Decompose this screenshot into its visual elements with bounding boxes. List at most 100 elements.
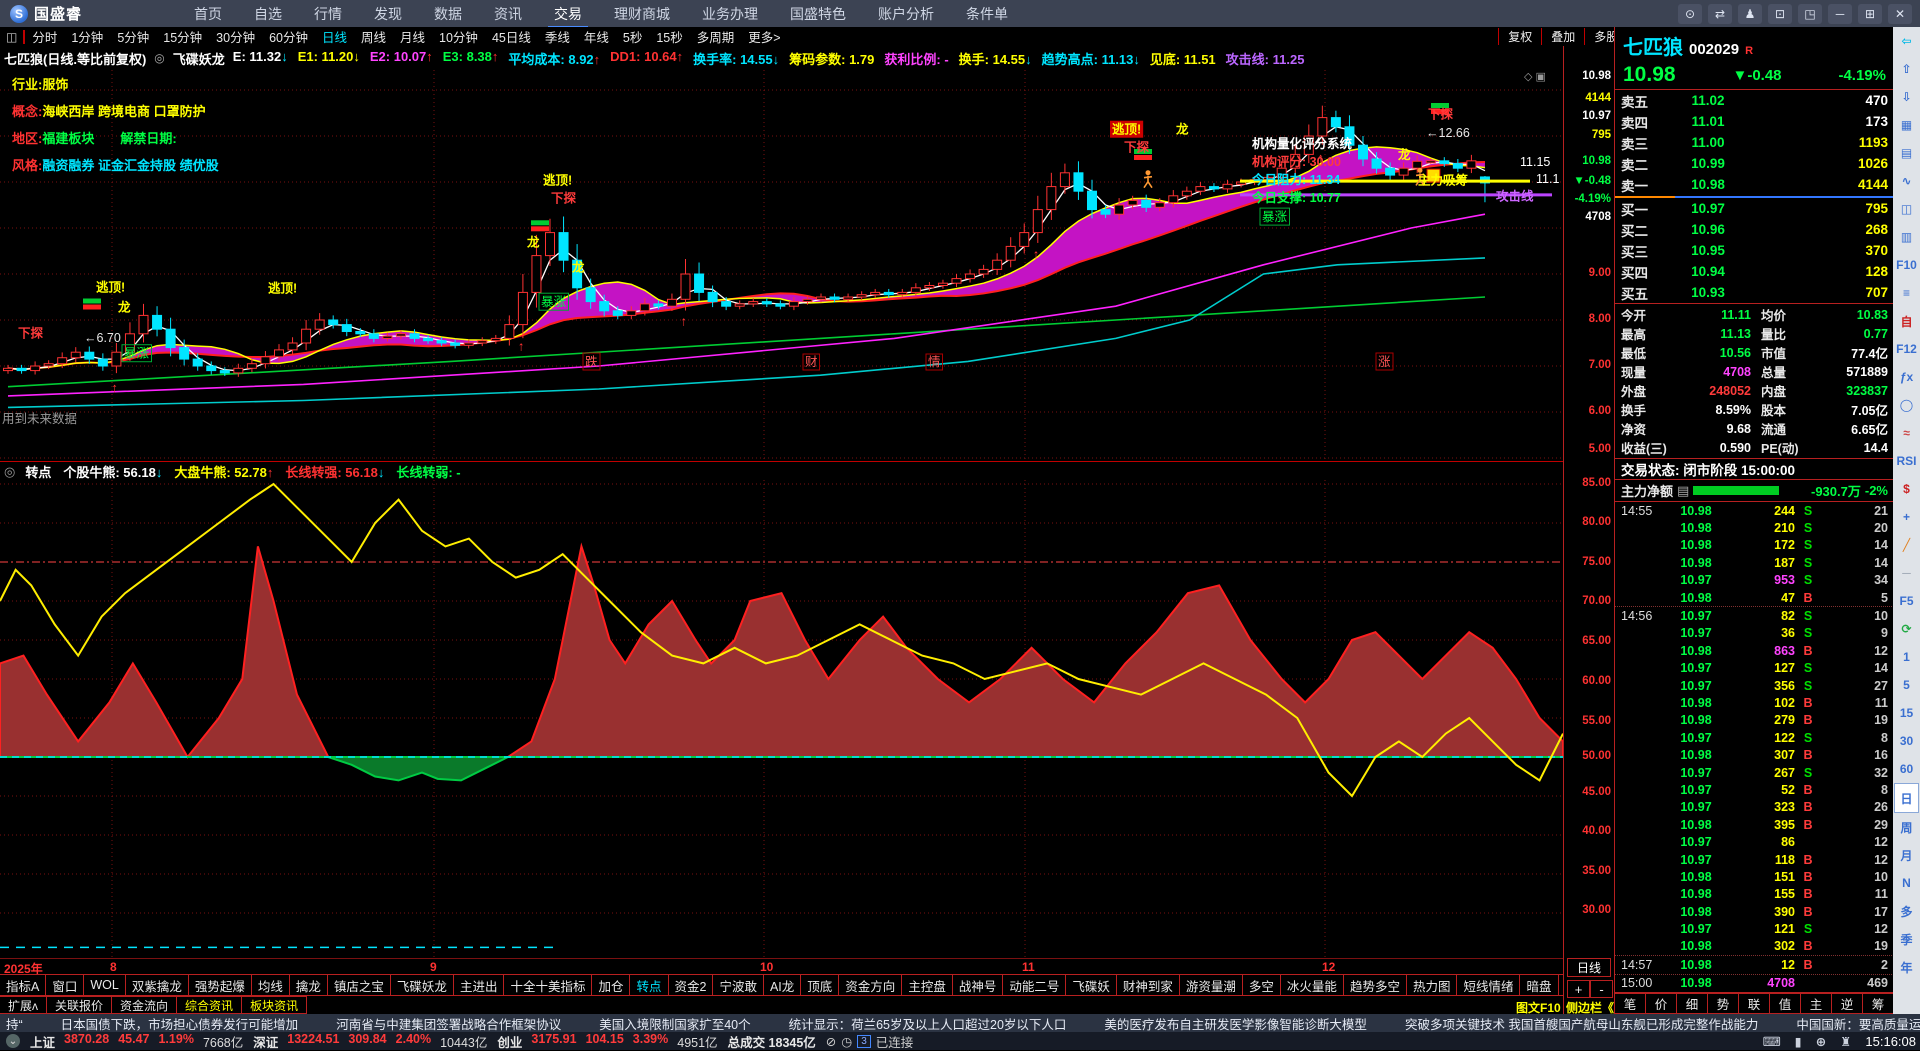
network-icon[interactable]: ⊕: [1816, 1034, 1826, 1049]
tree-icon[interactable]: ≡: [1895, 279, 1918, 307]
gear-icon[interactable]: ◎: [154, 51, 164, 65]
tf-5分钟[interactable]: 5分钟: [110, 27, 156, 46]
divider-icon[interactable]: ─: [1895, 559, 1918, 587]
tf-季线[interactable]: 季线: [538, 27, 577, 46]
f12-icon[interactable]: F12: [1895, 335, 1918, 363]
tab-飞碟妖龙[interactable]: 飞碟妖龙: [389, 974, 454, 996]
year-icon[interactable]: 年: [1895, 953, 1918, 981]
tf-年线[interactable]: 年线: [577, 27, 616, 46]
menu-item-账户分析[interactable]: 账户分析: [864, 0, 948, 28]
multi-icon[interactable]: 多: [1895, 897, 1918, 925]
tick-list[interactable]: 14:55 10.98 244 S 21 10.98 210 S 20 10.98 172 S 14 10…: [1615, 501, 1894, 992]
money-icon[interactable]: $: [1895, 475, 1918, 503]
switch-icon[interactable]: ⇄: [1708, 3, 1732, 24]
quarter-icon[interactable]: 季: [1895, 925, 1918, 953]
tf-更多>[interactable]: 更多>: [741, 27, 787, 46]
tab-双紫擒龙[interactable]: 双紫擒龙: [124, 974, 189, 996]
news-item[interactable]: 河南省与中建集团签署战略合作框架协议: [336, 1014, 561, 1032]
zoom-out-button[interactable]: -: [1590, 980, 1613, 998]
sell-row[interactable]: 卖三 11.00 1193: [1615, 132, 1894, 153]
ticktab-细[interactable]: 细: [1676, 993, 1708, 1014]
tab-窗口[interactable]: 窗口: [45, 974, 85, 996]
tab-AI龙[interactable]: AI龙: [762, 974, 802, 996]
n-icon[interactable]: N: [1895, 869, 1918, 897]
tab2-综合资讯[interactable]: 综合资讯: [176, 996, 243, 1014]
tab-资金2[interactable]: 资金2: [667, 974, 714, 996]
news-item[interactable]: 突破多项关键技术 我国首艘国产航母山东舰已形成完整作战能力: [1405, 1014, 1758, 1032]
zoom-in-button[interactable]: +: [1567, 980, 1590, 998]
tab-战神号[interactable]: 战神号: [951, 974, 1004, 996]
trend-icon[interactable]: ∿: [1895, 167, 1918, 195]
index-深证[interactable]: 深证 13224.51 309.84 2.40% 10443亿: [253, 1032, 487, 1051]
tf-45日线[interactable]: 45日线: [485, 27, 538, 46]
circle-icon[interactable]: ◯: [1895, 391, 1918, 419]
maximize-icon[interactable]: ⊞: [1858, 3, 1882, 24]
tab-十全十美指标[interactable]: 十全十美指标: [503, 974, 593, 996]
menu-item-条件单[interactable]: 条件单: [952, 0, 1022, 28]
tf-1分钟[interactable]: 1分钟: [64, 27, 110, 46]
quote-grid-icon[interactable]: ▦: [1895, 111, 1918, 139]
min5-icon[interactable]: 5: [1895, 671, 1918, 699]
tab-资金方向[interactable]: 资金方向: [838, 974, 903, 996]
sell-row[interactable]: 卖四 11.01 173: [1615, 111, 1894, 132]
sell-row[interactable]: 卖二 10.99 1026: [1615, 153, 1894, 174]
status-expand-icon[interactable]: ⌄: [6, 1034, 20, 1048]
daily-icon[interactable]: 日: [1894, 783, 1919, 813]
wave-icon[interactable]: ≈: [1895, 419, 1918, 447]
keyboard-icon[interactable]: ⌨: [1763, 1034, 1781, 1049]
kline-icon[interactable]: ◫: [1895, 195, 1918, 223]
menu-item-资讯[interactable]: 资讯: [480, 0, 536, 28]
tab2-资金流向[interactable]: 资金流向: [111, 996, 178, 1014]
tf-月线[interactable]: 月线: [393, 27, 432, 46]
ticktab-价[interactable]: 价: [1645, 993, 1677, 1014]
detail-icon[interactable]: ▤: [1677, 483, 1689, 499]
buy-row[interactable]: 买二 10.96 268: [1615, 219, 1894, 240]
tab-WOL[interactable]: WOL: [83, 974, 126, 996]
collapse-icon[interactable]: ◎: [4, 464, 15, 480]
menu-item-业务办理[interactable]: 业务办理: [688, 0, 772, 28]
tf-10分钟[interactable]: 10分钟: [432, 27, 485, 46]
tool-复权[interactable]: 复权: [1498, 28, 1541, 45]
menu-item-发现[interactable]: 发现: [360, 0, 416, 28]
tab-动能二号[interactable]: 动能二号: [1002, 974, 1067, 996]
ticktab-联[interactable]: 联: [1738, 993, 1770, 1014]
buy-row[interactable]: 买五 10.93 707: [1615, 282, 1894, 303]
f10-icon[interactable]: F10: [1895, 251, 1918, 279]
tab-短线情绪[interactable]: 短线情绪: [1456, 974, 1521, 996]
buy-row[interactable]: 买三 10.95 370: [1615, 240, 1894, 261]
phone-icon[interactable]: ▮: [1795, 1034, 1802, 1049]
minimize-icon[interactable]: ─: [1828, 3, 1852, 24]
tab-主控盘[interactable]: 主控盘: [901, 974, 953, 996]
tab2-板块资讯[interactable]: 板块资讯: [241, 996, 308, 1014]
tab-游资量潮[interactable]: 游资量潮: [1178, 974, 1243, 996]
tab-顶底[interactable]: 顶底: [800, 974, 840, 996]
tab-飞碟妖[interactable]: 飞碟妖: [1065, 974, 1117, 996]
down-icon[interactable]: ⇩: [1895, 83, 1918, 111]
menu-item-首页[interactable]: 首页: [180, 0, 236, 28]
sell-row[interactable]: 卖一 10.98 4144: [1615, 174, 1894, 195]
news-item[interactable]: 统计显示：荷兰65岁及以上人口超过20岁以下人口: [789, 1014, 1067, 1032]
weekly-icon[interactable]: 周: [1895, 813, 1918, 841]
ticktab-值[interactable]: 值: [1769, 993, 1801, 1014]
news-item[interactable]: 中国国新：要高质量运营中央企业: [1796, 1014, 1920, 1032]
min15-icon[interactable]: 15: [1895, 699, 1918, 727]
tf-分时[interactable]: 分时: [25, 27, 64, 46]
move-icon[interactable]: +: [1895, 503, 1918, 531]
tab2-关联报价[interactable]: 关联报价: [46, 996, 113, 1014]
tab-主进出[interactable]: 主进出: [452, 974, 505, 996]
ticktab-筹[interactable]: 筹: [1862, 993, 1894, 1014]
tab-财神到家[interactable]: 财神到家: [1115, 974, 1180, 996]
f5-icon[interactable]: F5: [1895, 587, 1918, 615]
ticktab-逆[interactable]: 逆: [1831, 993, 1863, 1014]
tf-5秒[interactable]: 5秒: [616, 27, 649, 46]
index-上证[interactable]: 上证 3870.28 45.47 1.19% 7668亿: [30, 1032, 243, 1051]
tab-冰火量能[interactable]: 冰火量能: [1279, 974, 1344, 996]
news-item[interactable]: 日本国债下跌，市场担心债券发行可能增加: [61, 1014, 299, 1032]
menu-item-行情[interactable]: 行情: [300, 0, 356, 28]
formula-icon[interactable]: ƒx: [1895, 363, 1918, 391]
menu-item-数据[interactable]: 数据: [420, 0, 476, 28]
ticktab-笔[interactable]: 笔: [1614, 993, 1646, 1014]
monitor-icon[interactable]: ⊡: [1768, 3, 1792, 24]
monthly-icon[interactable]: 月: [1895, 841, 1918, 869]
up-icon[interactable]: ⇧: [1895, 55, 1918, 83]
